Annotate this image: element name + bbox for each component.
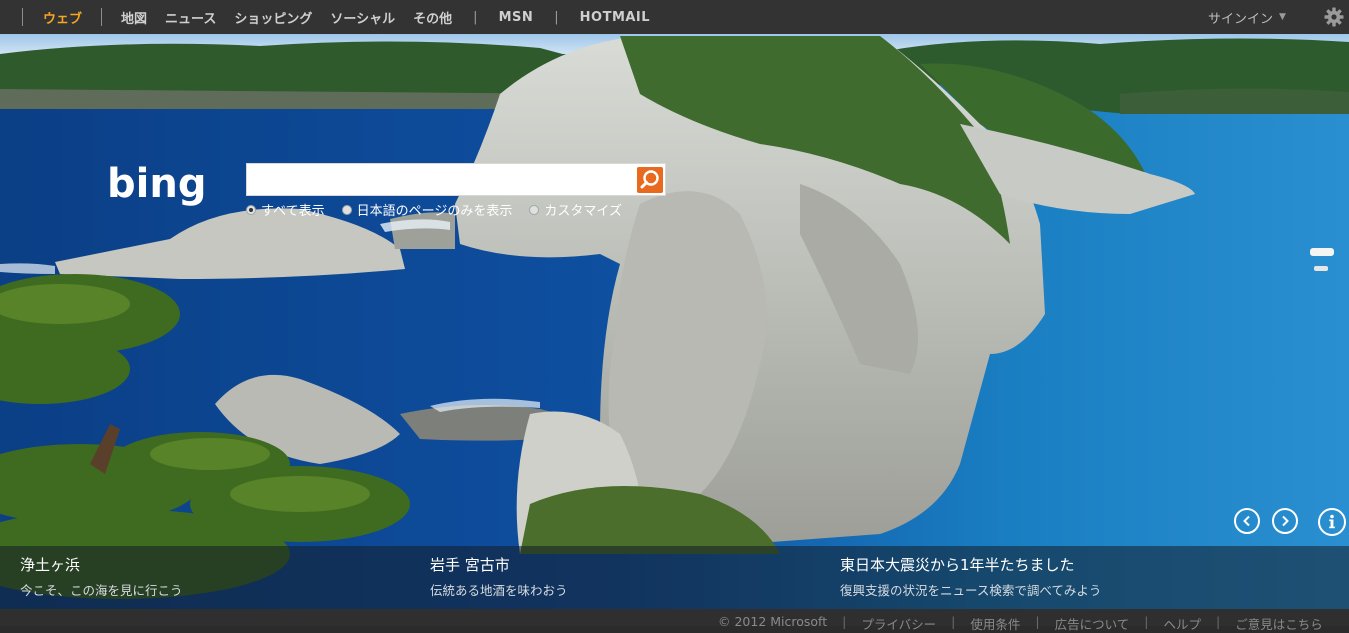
chevron-left-icon [1243, 515, 1250, 527]
footer-link-feedback[interactable]: ご意見はこちら [1235, 614, 1323, 633]
scope-all-label: すべて表示 [261, 204, 325, 219]
search-input[interactable] [247, 164, 633, 195]
hotspot-2[interactable]: 岩手 宮古市 伝統ある地酒を味わおう [410, 546, 820, 609]
scope-japanese-radio[interactable]: 日本語のページのみを表示 [341, 200, 513, 219]
search-button[interactable] [637, 167, 663, 193]
bing-logo[interactable]: bing [107, 161, 237, 209]
nav-item-shopping[interactable]: ショッピング [225, 8, 321, 27]
nav-item-more[interactable]: その他 [404, 8, 461, 27]
hotspot-3[interactable]: 東日本大震災から1年半たちました 復興支援の状況をニュース検索で調べてみよう [820, 546, 1240, 609]
scope-japanese-label: 日本語のページのみを表示 [356, 204, 513, 219]
chevron-down-icon: ▼ [1279, 12, 1286, 22]
footer-divider: | [842, 614, 847, 629]
search-box [246, 163, 666, 196]
footer-divider: | [951, 614, 956, 629]
nav-item-maps[interactable]: 地図 [112, 8, 156, 27]
nav-item-social[interactable]: ソーシャル [321, 8, 404, 27]
footer-links: © 2012 Microsoft | プライバシー | 使用条件 | 広告につい… [718, 614, 1323, 633]
chevron-right-icon [1282, 515, 1289, 527]
signin-menu[interactable]: サインイン ▼ [1208, 0, 1286, 34]
nav-item-news[interactable]: ニュース [156, 8, 225, 27]
top-navigation-bar: ウェブ 地図 ニュース ショッピング ソーシャル その他 | MSN | HOT… [0, 0, 1349, 34]
nav-pipe: | [473, 9, 478, 25]
nav-pipe: | [554, 9, 559, 25]
nav-divider [22, 8, 23, 26]
nav-divider [101, 8, 103, 26]
nav-links: ウェブ 地図 ニュース ショッピング ソーシャル その他 | MSN | HOT… [12, 0, 659, 34]
footer: © 2012 Microsoft | プライバシー | 使用条件 | 広告につい… [0, 609, 1349, 632]
search-scope-options: すべて表示 日本語のページのみを表示 カスタマイズ [246, 200, 639, 219]
radio-selected-indicator [246, 204, 256, 215]
nav-item-msn[interactable]: MSN [490, 10, 543, 25]
scope-all-radio[interactable]: すべて表示 [246, 200, 325, 219]
footer-divider: | [1215, 614, 1221, 629]
footer-divider: | [1144, 614, 1149, 629]
background-photo: bing すべて表示 日本語のページのみを表示 カスタマイズ [0, 34, 1349, 609]
nav-item-hotmail[interactable]: HOTMAIL [571, 10, 659, 25]
radio-indicator [529, 204, 540, 215]
search-icon [640, 170, 659, 189]
footer-divider: | [1035, 614, 1040, 629]
hotspot-1[interactable]: 浄土ヶ浜 今こそ、この海を見に行こう [0, 546, 410, 609]
radio-indicator [341, 204, 352, 215]
footer-link-terms[interactable]: 使用条件 [970, 614, 1020, 633]
info-icon [1329, 514, 1335, 529]
footer-link-help[interactable]: ヘルプ [1163, 614, 1201, 633]
hotspot-subtitle: 復興支援の状況をニュース検索で調べてみよう [840, 583, 1102, 598]
coastline-image [0, 34, 1349, 609]
footer-link-advertise[interactable]: 広告について [1055, 614, 1130, 633]
hotspot-bar: 浄土ヶ浜 今こそ、この海を見に行こう 岩手 宮古市 伝統ある地酒を味わおう 東日… [0, 546, 1349, 609]
previous-image-button[interactable] [1234, 508, 1260, 534]
nav-item-web[interactable]: ウェブ [33, 8, 91, 27]
next-image-button[interactable] [1272, 508, 1298, 534]
hotspot-subtitle: 伝統ある地酒を味わおう [430, 583, 568, 598]
gear-icon[interactable] [1324, 7, 1344, 27]
scope-customize-label: カスタマイズ [544, 204, 622, 219]
hotspot-title: 岩手 宮古市 [430, 556, 510, 574]
scope-customize-radio[interactable]: カスタマイズ [529, 200, 622, 219]
hotspot-subtitle: 今こそ、この海を見に行こう [20, 583, 183, 598]
copyright-text: © 2012 Microsoft [718, 614, 828, 629]
signin-label: サインイン [1208, 11, 1274, 27]
hotspot-title: 東日本大震災から1年半たちました [840, 556, 1075, 574]
hotspot-title: 浄土ヶ浜 [20, 556, 81, 574]
footer-link-privacy[interactable]: プライバシー [861, 614, 936, 633]
image-info-button[interactable] [1318, 508, 1346, 536]
bing-logo-text: bing [107, 161, 206, 207]
